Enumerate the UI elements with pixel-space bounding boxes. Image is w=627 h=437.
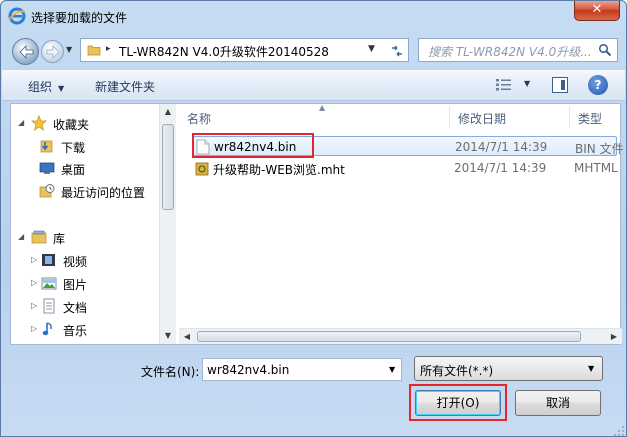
recent-pages-dropdown-icon[interactable]: ▼ [66,45,76,57]
expand-arrow-icon[interactable]: ▷ [31,324,37,333]
filename-label: 文件名(N): [141,365,200,379]
new-folder-button[interactable]: 新建文件夹 [95,78,155,95]
nav-label: 文档 [63,301,88,315]
close-button[interactable]: ✕ [574,1,620,21]
recent-places-icon [39,184,55,198]
column-header-name[interactable]: 名称 ▲ [179,103,441,131]
nav-label: 桌面 [61,163,86,177]
nav-pane-scrollbar[interactable]: ▲ ▼ [159,104,176,344]
highlight-box-open-button [409,384,507,421]
address-dropdown-icon[interactable]: ▼ [368,44,375,54]
file-type: BIN 文件 [575,142,624,156]
libraries-icon [31,230,47,244]
expand-arrow-icon[interactable]: ▷ [31,301,37,310]
command-toolbar: 组织 ▼ 新建文件夹 ▼ ? [2,69,625,101]
chevron-down-icon: ▼ [58,84,65,93]
libraries-collapse-icon[interactable]: ◢ [18,232,24,241]
music-library-icon [42,322,52,336]
column-header-type[interactable]: 类型 [570,104,622,131]
preview-pane-button[interactable] [552,77,568,93]
organize-menu-button[interactable]: 组织 ▼ [28,78,64,95]
scroll-down-icon[interactable]: ▼ [160,328,176,344]
download-folder-icon [40,140,53,153]
expand-arrow-icon[interactable]: ▷ [31,278,37,287]
nav-label: 收藏夹 [53,118,90,132]
file-list-horizontal-scrollbar[interactable]: ◀ ▶ [179,328,622,344]
nav-label: 库 [53,232,66,246]
address-bar[interactable]: ▸ TL-WR842N V4.0升级软件20140528 ▼ [80,38,386,62]
cancel-button[interactable]: 取消 [515,390,601,416]
file-type-select[interactable]: 所有文件(*.*) ▼ [414,356,603,381]
favorites-star-icon [31,115,47,131]
nav-label: 图片 [63,278,88,292]
view-options-dropdown-icon[interactable]: ▼ [524,79,530,88]
file-type: MHTML [574,161,618,175]
internet-explorer-icon [8,7,26,25]
chevron-down-icon[interactable]: ▼ [588,364,594,373]
file-date: 2014/7/1 14:39 [454,161,547,175]
change-view-icon[interactable] [496,78,512,92]
forward-button[interactable] [41,40,64,63]
nav-label: 视频 [63,255,88,269]
content-area: ◢ 收藏夹 下载 桌面 最近访问的位置 ◢ 库 ▷ 视频 ▷ 图片 ▷ 文档 ▷… [10,103,624,345]
scroll-left-icon[interactable]: ◀ [179,329,195,345]
back-arrow-icon [19,45,34,59]
scrollbar-thumb[interactable] [197,331,581,342]
file-type-value: 所有文件(*.*) [420,364,494,378]
documents-library-icon [43,298,55,314]
scroll-right-icon[interactable]: ▶ [606,329,622,345]
sort-ascending-icon: ▲ [319,103,326,112]
column-header-label: 类型 [578,112,603,126]
column-header-label: 名称 [187,112,212,126]
file-date: 2014/7/1 14:39 [455,140,548,154]
file-list: 名称 ▲ 修改日期 类型 wr842nv4.bin 2014/7/1 14:39… [179,103,624,344]
column-header-date[interactable]: 修改日期 [450,104,570,131]
filename-combobox[interactable]: wr842nv4.bin ▼ [202,358,402,381]
chevron-down-icon[interactable]: ▼ [389,365,395,374]
nav-label: 下载 [61,141,86,155]
path-separator-icon[interactable]: ▸ [106,44,111,54]
search-box[interactable]: 搜索 TL-WR842N V4.0升级... [418,38,618,62]
file-open-dialog: 选择要加载的文件 ✕ ▼ ▸ TL-WR842N V4.0升级软件2014052… [0,0,627,437]
window-title: 选择要加载的文件 [31,11,128,25]
navigation-pane: ◢ 收藏夹 下载 桌面 最近访问的位置 ◢ 库 ▷ 视频 ▷ 图片 ▷ 文档 ▷… [11,104,176,344]
filename-input[interactable]: wr842nv4.bin [207,363,289,377]
folder-icon [87,45,101,56]
highlight-box-file [192,133,314,158]
search-icon[interactable] [598,43,612,57]
desktop-icon [39,162,55,174]
forward-arrow-icon [46,45,60,59]
file-row[interactable]: 升级帮助-WEB浏览.mht 2014/7/1 14:39 MHTML [192,158,618,178]
nav-label: 音乐 [63,324,88,338]
refresh-button[interactable] [385,38,409,62]
back-button[interactable] [12,38,39,65]
scroll-up-icon[interactable]: ▲ [160,104,176,120]
organize-label: 组织 [28,80,53,94]
search-input[interactable]: 搜索 TL-WR842N V4.0升级... [428,43,592,60]
address-path[interactable]: TL-WR842N V4.0升级软件20140528 [119,43,329,60]
refresh-icon [392,45,402,57]
column-header-label: 修改日期 [458,112,507,126]
video-library-icon [42,254,55,266]
scrollbar-thumb[interactable] [162,124,174,210]
nav-label: 最近访问的位置 [61,186,146,200]
mht-file-icon [195,162,209,176]
expand-arrow-icon[interactable]: ▷ [31,255,37,264]
title-bar: 选择要加载的文件 ✕ [1,1,626,31]
help-button[interactable]: ? [588,75,608,95]
resize-grip-icon[interactable] [613,425,625,437]
favorites-collapse-icon[interactable]: ◢ [18,118,24,127]
pictures-library-icon [41,277,57,290]
file-name: 升级帮助-WEB浏览.mht [213,163,345,177]
